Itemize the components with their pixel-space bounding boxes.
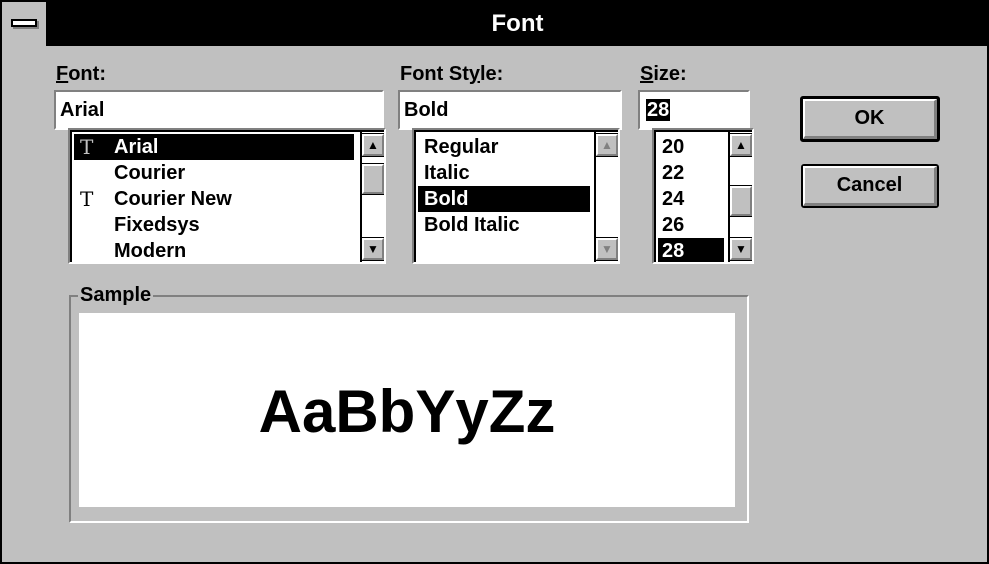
font-style-list[interactable]: Regular Italic Bold Bold Italic ▲ ▼ [412, 128, 620, 264]
font-list-item[interactable]: T Courier New [74, 186, 354, 212]
font-list-item[interactable]: T Arial [74, 134, 354, 160]
style-scrollbar: ▲ ▼ [594, 132, 618, 262]
style-list-item[interactable]: Bold [418, 186, 590, 212]
size-list-items: 20 22 24 26 28 [658, 134, 724, 262]
title-bar[interactable]: Font [2, 2, 987, 46]
sample-text: AaBbYyZz [258, 378, 556, 445]
system-menu-icon [11, 19, 37, 27]
scroll-thumb[interactable] [361, 163, 384, 195]
style-list-items: Regular Italic Bold Bold Italic [418, 134, 590, 238]
font-list-item-label: Fixedsys [114, 214, 200, 236]
font-list-items: T Arial Courier T Courier New Fixedsys Modern [74, 134, 354, 262]
style-list-item-label: Italic [424, 162, 470, 184]
font-list-item-label: Arial [114, 136, 159, 158]
style-list-item-label: Bold [424, 188, 469, 210]
size-list-item-label: 28 [662, 240, 685, 262]
font-list-item[interactable]: Courier [74, 160, 354, 186]
style-list-item-label: Bold Italic [424, 214, 520, 236]
style-list-item-label: Regular [424, 136, 499, 158]
size-input[interactable]: 28 [638, 90, 750, 130]
size-list-item[interactable]: 22 [658, 160, 724, 186]
cancel-button[interactable]: Cancel [801, 164, 939, 208]
size-list-item-label: 24 [662, 188, 685, 210]
font-style-label: Font Style: [400, 63, 504, 85]
size-list-item-label: 20 [662, 136, 685, 158]
ok-button[interactable]: OK [800, 96, 940, 142]
size-list-item[interactable]: 24 [658, 186, 724, 212]
scroll-down-disabled-icon: ▼ [595, 237, 618, 261]
font-list-item-label: Courier [114, 162, 186, 184]
font-list-item-label: Courier New [114, 188, 232, 210]
scroll-down-icon[interactable]: ▼ [729, 237, 752, 261]
font-list[interactable]: T Arial Courier T Courier New Fixedsys Modern … [68, 128, 386, 264]
cancel-button-label: Cancel [836, 174, 903, 196]
sample-legend: Sample [78, 284, 154, 306]
scroll-up-icon[interactable]: ▲ [361, 133, 384, 157]
font-label: Font: [56, 63, 106, 85]
size-scrollbar[interactable]: ▲ ▼ [728, 132, 752, 262]
size-list-item[interactable]: 26 [658, 212, 724, 238]
style-list-item[interactable]: Italic [418, 160, 590, 186]
sample-preview: AaBbYyZz [79, 313, 735, 507]
window-title: Font [491, 10, 544, 37]
font-dialog: Font Font: Arial T Arial Courier T Courier N… [0, 0, 989, 564]
font-style-input[interactable]: Bold [398, 90, 622, 130]
font-scrollbar[interactable]: ▲ ▼ [360, 132, 384, 262]
size-input-value: 28 [646, 99, 671, 121]
style-list-item[interactable]: Bold Italic [418, 212, 590, 238]
font-list-item[interactable]: Modern [74, 238, 354, 262]
font-list-item[interactable]: Fixedsys [74, 212, 354, 238]
scroll-down-icon[interactable]: ▼ [361, 237, 384, 261]
size-label: Size: [640, 63, 687, 85]
system-menu-button[interactable] [2, 2, 48, 46]
truetype-icon: T [80, 187, 94, 211]
scroll-up-icon[interactable]: ▲ [729, 133, 752, 157]
scroll-up-disabled-icon: ▲ [595, 133, 618, 157]
size-list-item-label: 22 [662, 162, 685, 184]
font-name-input[interactable]: Arial [54, 90, 384, 130]
style-list-item[interactable]: Regular [418, 134, 590, 160]
ok-button-label: OK [854, 107, 885, 129]
size-list-item[interactable]: 20 [658, 134, 724, 160]
size-list[interactable]: 20 22 24 26 28 ▲ ▼ [652, 128, 754, 264]
scroll-thumb[interactable] [729, 185, 752, 217]
truetype-icon: T [80, 135, 94, 159]
font-list-item-label: Modern [114, 240, 187, 262]
size-list-item[interactable]: 28 [658, 238, 724, 262]
size-list-item-label: 26 [662, 214, 685, 236]
